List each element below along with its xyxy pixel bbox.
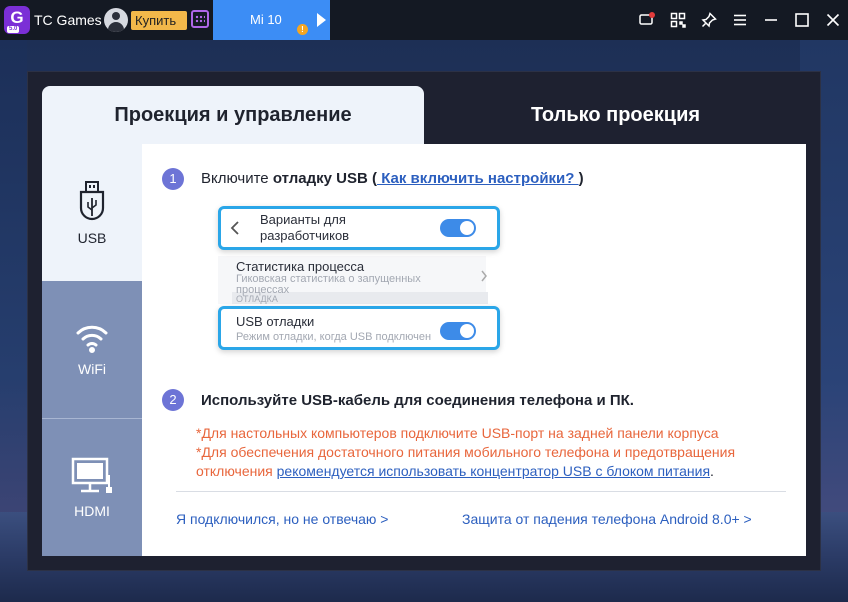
not-responding-link[interactable]: Я подключился, но не отвечаю > (176, 511, 388, 527)
usb-hub-link[interactable]: рекомендуется использовать концентратор … (277, 463, 710, 479)
dialog-content: USB WiFi HDMI 1 Включите отладку USB (К… (42, 144, 806, 556)
usb-debugging-toggle (440, 322, 476, 340)
process-stats-subtitle: Гиковская статистика о запущенных процес… (236, 273, 421, 296)
android-protection-link[interactable]: Защита от падения телефона Android 8.0+ … (462, 511, 752, 527)
logo-letter: G (10, 8, 24, 27)
app-logo: G 5.0 (4, 6, 30, 34)
how-to-enable-link[interactable]: Как включить настройки? (377, 170, 579, 187)
back-chevron-icon (230, 221, 239, 235)
connection-dialog: Проекция и управление Только проекция US… (27, 71, 821, 571)
connection-notes: *Для настольных компьютеров подключите U… (196, 424, 796, 481)
note-power: *Для обеспечения достаточного питания мо… (196, 443, 796, 481)
play-icon[interactable] (317, 13, 326, 27)
menu-icon[interactable] (724, 0, 755, 40)
usb-debugging-label: USB отладки (236, 314, 315, 329)
developer-options-toggle (440, 219, 476, 237)
step-2-badge: 2 (162, 389, 184, 411)
sidebar-item-label-wifi: WiFi (78, 360, 106, 377)
content-divider (176, 491, 786, 492)
debug-section-label: ОТЛАДКА (236, 294, 278, 304)
usb-icon (79, 180, 105, 220)
developer-options-row: Варианты для разработчиков (218, 206, 500, 250)
developer-options-label: Варианты для разработчиков (260, 212, 350, 243)
step-1-badge: 1 (162, 168, 184, 190)
sidebar-item-hdmi[interactable]: HDMI (42, 419, 142, 556)
usb-debug-illustration: Варианты для разработчиков Статистика пр… (218, 206, 506, 358)
message-icon[interactable] (631, 0, 662, 40)
avatar[interactable] (104, 8, 128, 32)
note-power-end: . (710, 463, 714, 479)
device-name: Mi 10 (250, 12, 282, 27)
step-1-paren-close: ) (578, 170, 584, 187)
maximize-icon[interactable] (786, 0, 817, 40)
step-1-bold: отладку USB (272, 170, 368, 187)
chevron-right-icon (481, 270, 487, 282)
device-tab[interactable]: Mi 10 ! (213, 0, 330, 40)
avatar-body (108, 22, 124, 32)
minimize-icon[interactable] (755, 0, 786, 40)
sidebar-item-label-hdmi: HDMI (74, 502, 110, 519)
avatar-head (112, 12, 120, 20)
calendar-icon[interactable] (191, 10, 209, 28)
app-name: TC Games (34, 12, 102, 28)
warning-icon: ! (297, 24, 308, 35)
buy-button[interactable]: Купить (131, 11, 187, 30)
tab-projection-and-control[interactable]: Проекция и управление (42, 86, 424, 144)
close-icon[interactable] (817, 0, 848, 40)
wifi-icon (76, 325, 108, 353)
step-2-text: Используйте USB-кабель для соединения те… (201, 392, 634, 409)
tab-projection-only[interactable]: Только проекция (428, 86, 803, 144)
sidebar-item-label-usb: USB (77, 229, 107, 246)
sidebar-item-wifi[interactable]: WiFi (42, 281, 142, 418)
logo-version: 5.0 (7, 26, 20, 33)
step-1-prefix: Включите (201, 170, 273, 187)
title-bar: G 5.0 TC Games Купить Mi 10 ! (0, 0, 848, 40)
usb-debugging-subtitle: Режим отладки, когда USB подключен (236, 332, 432, 343)
window-controls (631, 0, 848, 40)
note-desktop-usb: *Для настольных компьютеров подключите U… (196, 425, 719, 441)
pin-icon[interactable] (693, 0, 724, 40)
usb-debugging-row: USB отладки Режим отладки, когда USB под… (218, 306, 500, 350)
sidebar-item-usb[interactable]: USB (42, 144, 142, 281)
qr-code-icon[interactable] (662, 0, 693, 40)
hdmi-monitor-icon (71, 457, 112, 493)
step-1-text: Включите отладку USB ( Как включить наст… (201, 170, 584, 187)
connection-sidebar: USB WiFi HDMI (42, 144, 142, 556)
step-1-paren-open: ( (367, 170, 378, 187)
